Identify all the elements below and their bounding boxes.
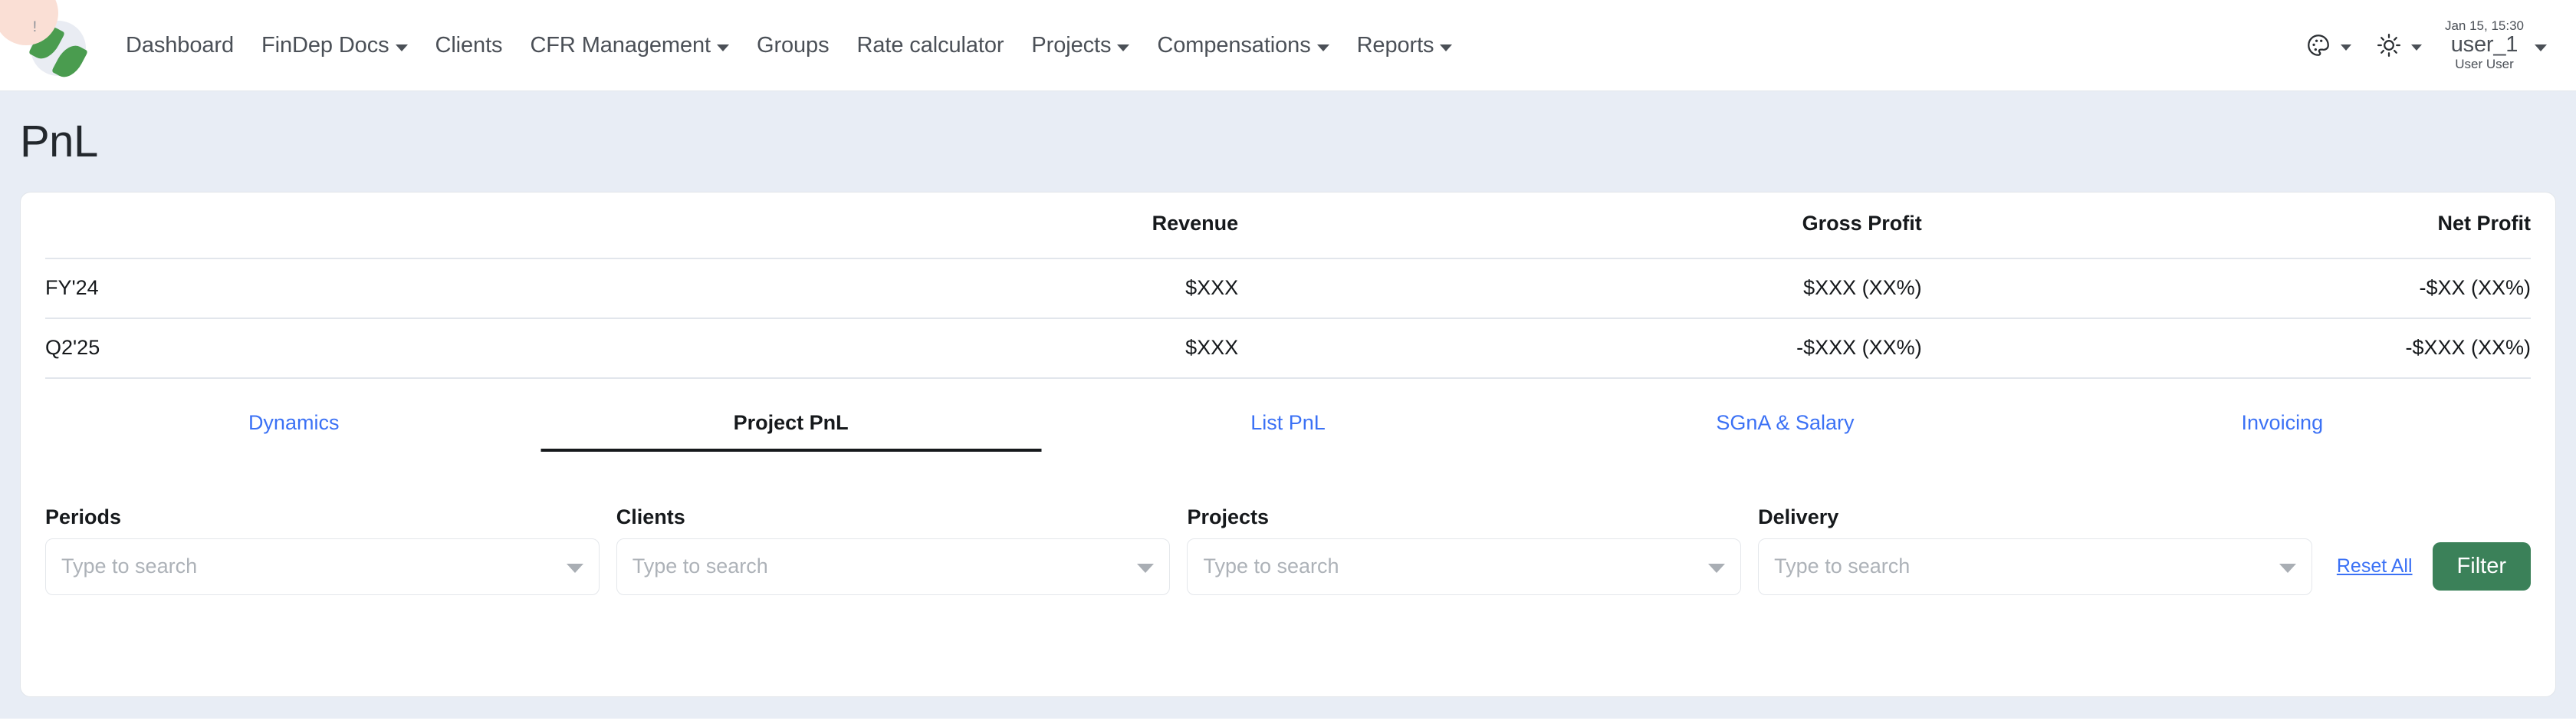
nav-item-label: Reports <box>1356 32 1434 58</box>
nav-item-label: Rate calculator <box>856 32 1004 58</box>
palette-icon <box>2305 32 2331 58</box>
projects-input-placeholder: Type to search <box>1203 555 1339 578</box>
filter-actions: Reset All Filter <box>2337 541 2531 595</box>
cell-period: FY'24 <box>45 257 605 318</box>
nav-item-groups[interactable]: Groups <box>743 33 843 58</box>
clients-select[interactable]: Type to search <box>616 538 1171 595</box>
tab-invoicing[interactable]: Invoicing <box>2034 400 2531 452</box>
table-header-row: Revenue Gross Profit Net Profit <box>45 193 2531 258</box>
top-navbar: ! Dashboard FinDep Docs Clients CFR Mana… <box>0 0 2576 91</box>
notification-badge-mark: ! <box>32 19 37 35</box>
navbar-right-controls: Jan 15, 15:30 user_1 User User <box>2293 18 2547 71</box>
chevron-down-icon <box>2535 44 2547 51</box>
chevron-down-icon <box>2340 44 2351 51</box>
filter-periods: Periods Type to search <box>45 505 600 595</box>
cell-revenue: $XXX <box>604 317 1239 379</box>
nav-item-label: Groups <box>756 32 830 58</box>
filter-label-projects: Projects <box>1187 505 1269 528</box>
nav-item-reports[interactable]: Reports <box>1343 33 1467 58</box>
nav-item-projects[interactable]: Projects <box>1017 33 1143 58</box>
cell-period: Q2'25 <box>45 317 605 379</box>
nav-item-label: Dashboard <box>126 32 234 58</box>
chevron-down-icon <box>716 44 729 51</box>
chevron-down-icon <box>1708 563 1726 573</box>
cell-net-profit: -$XXX (XX%) <box>1921 317 2531 379</box>
tab-list-pnl[interactable]: List PnL <box>1040 400 1536 452</box>
column-header-period <box>45 193 604 258</box>
pnl-card: Revenue Gross Profit Net Profit FY'24 $X… <box>20 191 2556 697</box>
filter-label-periods: Periods <box>45 505 122 528</box>
chevron-down-icon <box>1440 44 1453 51</box>
user-menu[interactable]: Jan 15, 15:30 user_1 User User <box>2434 18 2547 71</box>
tab-label: List PnL <box>1250 410 1326 434</box>
tab-label: Project PnL <box>733 410 849 434</box>
chevron-down-icon <box>1316 44 1329 51</box>
app-logo[interactable]: ! <box>0 0 94 83</box>
nav-item-label: CFR Management <box>530 32 711 58</box>
delivery-input-placeholder: Type to search <box>1774 555 1911 578</box>
chevron-down-icon <box>2410 44 2422 51</box>
nav-item-compensations[interactable]: Compensations <box>1143 33 1342 58</box>
reset-all-link[interactable]: Reset All <box>2337 555 2413 578</box>
chevron-down-icon <box>2279 563 2296 573</box>
column-header-gross-profit: Gross Profit <box>1802 211 1922 235</box>
pnl-tabs: Dynamics Project PnL List PnL SGnA & Sal… <box>45 400 2531 452</box>
theme-picker-button[interactable] <box>2293 32 2364 58</box>
filter-label-clients: Clients <box>616 505 685 528</box>
filter-delivery: Delivery Type to search <box>1758 505 2312 595</box>
periods-input-placeholder: Type to search <box>61 555 198 578</box>
username: user_1 <box>2450 32 2518 58</box>
chevron-down-icon <box>566 563 583 573</box>
brightness-button[interactable] <box>2364 32 2434 58</box>
page-title: PnL <box>20 117 98 166</box>
filter-bar: Periods Type to search Clients Type to s… <box>45 505 2531 595</box>
column-header-revenue: Revenue <box>1152 211 1239 235</box>
nav-item-label: Compensations <box>1157 32 1311 58</box>
table-row: FY'24 $XXX $XXX (XX%) -$XX (XX%) <box>45 257 2531 318</box>
user-fullname: User User <box>2455 56 2514 71</box>
current-datetime: Jan 15, 15:30 <box>2444 18 2524 33</box>
nav-item-findep-docs[interactable]: FinDep Docs <box>248 33 422 58</box>
cell-gross-profit: -$XXX (XX%) <box>1238 317 1922 379</box>
nav-item-label: Projects <box>1031 32 1112 58</box>
column-header-net-profit: Net Profit <box>2437 211 2532 235</box>
tab-sgna-and-salary[interactable]: SGnA & Salary <box>1536 400 2033 452</box>
nav-item-label: FinDep Docs <box>261 32 389 58</box>
user-menu-text: Jan 15, 15:30 user_1 User User <box>2444 18 2524 71</box>
summary-table-head: Revenue Gross Profit Net Profit <box>45 193 2531 258</box>
filter-projects: Projects Type to search <box>1187 505 1742 595</box>
tab-dynamics[interactable]: Dynamics <box>45 400 542 452</box>
nav-item-cfr-management[interactable]: CFR Management <box>516 33 743 58</box>
nav-item-dashboard[interactable]: Dashboard <box>112 33 248 58</box>
page-body: Revenue Gross Profit Net Profit FY'24 $X… <box>0 191 2576 719</box>
chevron-down-icon <box>395 44 408 51</box>
periods-select[interactable]: Type to search <box>45 538 600 595</box>
tab-label: Invoicing <box>2241 410 2324 434</box>
chevron-down-icon <box>1137 563 1155 573</box>
summary-table: Revenue Gross Profit Net Profit FY'24 $X… <box>45 193 2531 379</box>
filter-label-delivery: Delivery <box>1758 505 1839 528</box>
tab-label: SGnA & Salary <box>1716 410 1855 434</box>
page-header-banner: PnL <box>0 91 2576 192</box>
tab-label: Dynamics <box>248 410 340 434</box>
tab-project-pnl[interactable]: Project PnL <box>542 400 1039 452</box>
filter-clients: Clients Type to search <box>616 505 1171 595</box>
filter-button[interactable]: Filter <box>2432 541 2531 591</box>
summary-table-body: FY'24 $XXX $XXX (XX%) -$XX (XX%) Q2'25 $… <box>45 257 2531 379</box>
table-row: Q2'25 $XXX -$XXX (XX%) -$XXX (XX%) <box>45 317 2531 379</box>
clients-input-placeholder: Type to search <box>632 555 768 578</box>
cell-net-profit: -$XX (XX%) <box>1921 257 2531 318</box>
nav-item-label: Clients <box>435 32 503 58</box>
primary-nav: Dashboard FinDep Docs Clients CFR Manage… <box>112 33 1466 58</box>
projects-select[interactable]: Type to search <box>1187 538 1742 595</box>
delivery-select[interactable]: Type to search <box>1758 538 2312 595</box>
nav-item-clients[interactable]: Clients <box>422 33 517 58</box>
chevron-down-icon <box>1117 44 1130 51</box>
cell-revenue: $XXX <box>604 257 1239 318</box>
cell-gross-profit: $XXX (XX%) <box>1238 257 1922 318</box>
nav-item-rate-calculator[interactable]: Rate calculator <box>843 33 1017 58</box>
sun-icon <box>2376 32 2402 58</box>
